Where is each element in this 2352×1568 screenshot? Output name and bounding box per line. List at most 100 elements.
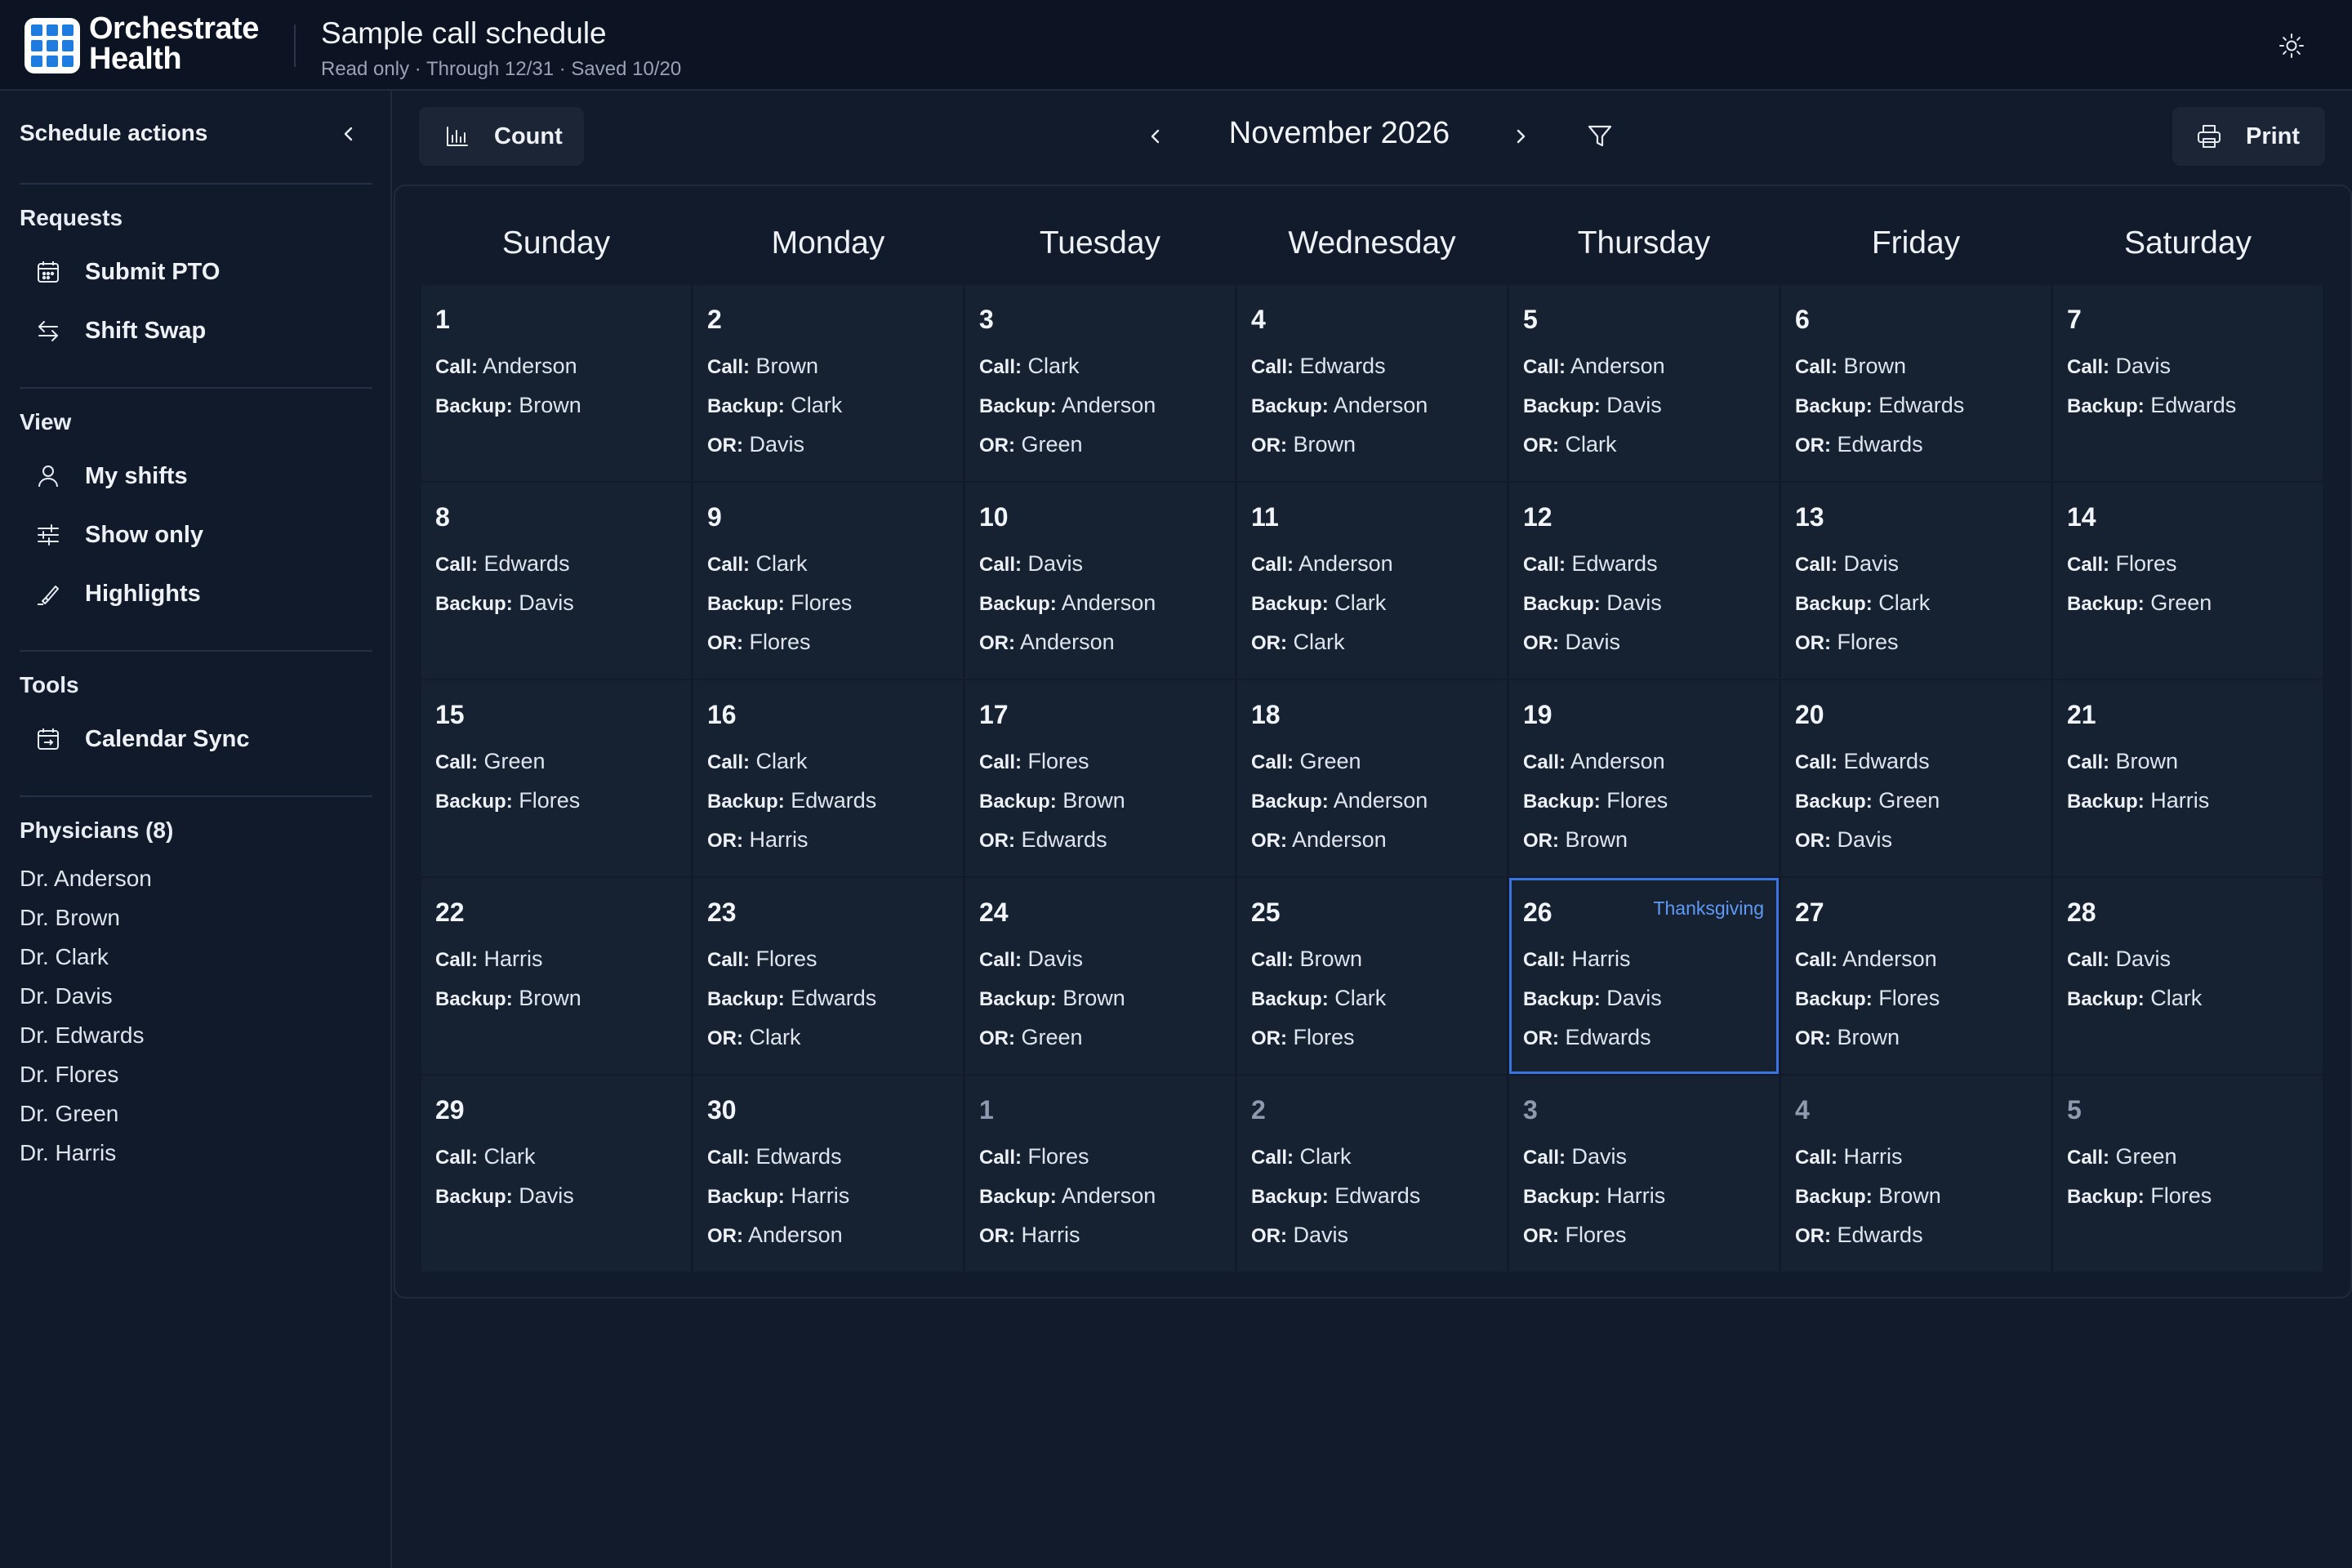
backup-role-label: Backup:: [1795, 593, 1873, 615]
calendar-day-cell[interactable]: 15 Call: Green Backup: Flores: [421, 680, 691, 876]
calendar-day-cell[interactable]: 21 Call: Brown Backup: Harris: [2053, 680, 2323, 876]
call-assignment: Call: Harris: [435, 947, 543, 972]
call-role-label: Call:: [979, 949, 1022, 971]
backup-role-label: Backup:: [707, 1186, 785, 1208]
sidebar-item-show-only[interactable]: Show only: [20, 512, 363, 558]
backup-assignment: Backup: Brown: [979, 986, 1125, 1011]
backup-role-label: Backup:: [707, 988, 785, 1010]
physician-name: Edwards: [1021, 827, 1107, 852]
backup-role-label: Backup:: [1795, 791, 1873, 813]
physician-item[interactable]: Dr. Edwards: [20, 1022, 145, 1049]
calendar-day-cell[interactable]: 20 Call: Edwards Backup: Green OR: Davis: [1781, 680, 2051, 876]
physician-item[interactable]: Dr. Davis: [20, 983, 113, 1009]
physician-item[interactable]: Dr. Anderson: [20, 866, 152, 892]
calendar-day-cell[interactable]: 25 Call: Brown Backup: Clark OR: Flores: [1237, 878, 1507, 1074]
call-role-label: Call:: [1523, 554, 1566, 576]
backup-role-label: Backup:: [1795, 395, 1873, 417]
calendar-day-cell[interactable]: 6 Call: Brown Backup: Edwards OR: Edwards: [1781, 285, 2051, 481]
calendar-day-cell[interactable]: 1 Call: Flores Backup: Anderson OR: Harris: [965, 1076, 1235, 1272]
next-month-button[interactable]: [1504, 120, 1537, 153]
swap-icon: [20, 308, 85, 354]
calendar-day-cell[interactable]: 3 Call: Clark Backup: Anderson OR: Green: [965, 285, 1235, 481]
physician-name: Davis: [1565, 630, 1621, 654]
physician-name: Edwards: [1837, 432, 1923, 457]
physician-item[interactable]: Dr. Green: [20, 1101, 118, 1127]
theme-toggle-button[interactable]: [2272, 26, 2311, 65]
physician-name: Anderson: [1570, 354, 1665, 378]
calendar-day-cell[interactable]: 2 Call: Brown Backup: Clark OR: Davis: [693, 285, 963, 481]
physician-name: Clark: [1334, 590, 1387, 615]
calendar-day-cell[interactable]: 19 Call: Anderson Backup: Flores OR: Brown: [1509, 680, 1779, 876]
brand-line-2: Health: [89, 42, 182, 76]
physician-name: Green: [2115, 1144, 2177, 1169]
calendar-day-cell[interactable]: 4 Call: Edwards Backup: Anderson OR: Brown: [1237, 285, 1507, 481]
sidebar-item-shift-swap[interactable]: Shift Swap: [20, 308, 363, 354]
calendar-day-cell[interactable]: 5 Call: Anderson Backup: Davis OR: Clark: [1509, 285, 1779, 481]
calendar-day-cell[interactable]: 2 Call: Clark Backup: Edwards OR: Davis: [1237, 1076, 1507, 1272]
calendar-day-cell[interactable]: 11 Call: Anderson Backup: Clark OR: Clark: [1237, 483, 1507, 679]
physician-name: Flores: [519, 788, 581, 813]
calendar-day-cell[interactable]: 8 Call: Edwards Backup: Davis: [421, 483, 691, 679]
calendar-day-cell[interactable]: 9 Call: Clark Backup: Flores OR: Flores: [693, 483, 963, 679]
sidebar-item-my-shifts[interactable]: My shifts: [20, 453, 363, 499]
physician-item[interactable]: Dr. Brown: [20, 905, 120, 931]
physician-item[interactable]: Dr. Flores: [20, 1062, 118, 1088]
chevron-left-icon: [344, 127, 353, 141]
sidebar-item-highlights[interactable]: Highlights: [20, 571, 363, 617]
calendar-day-cell[interactable]: 16 Call: Clark Backup: Edwards OR: Harris: [693, 680, 963, 876]
calendar-day-cell[interactable]: 22 Call: Harris Backup: Brown: [421, 878, 691, 1074]
count-button[interactable]: Count: [419, 107, 584, 166]
backup-role-label: Backup:: [707, 395, 785, 417]
backup-role-label: Backup:: [1795, 988, 1873, 1010]
calendar-day-cell[interactable]: 3 Call: Davis Backup: Harris OR: Flores: [1509, 1076, 1779, 1272]
or-role-label: OR:: [1251, 632, 1287, 654]
weekday-header: Saturday: [2123, 225, 2252, 261]
backup-assignment: Backup: Anderson: [979, 590, 1156, 616]
calendar-day-cell[interactable]: 30 Call: Edwards Backup: Harris OR: Anderso…: [693, 1076, 963, 1272]
calendar-day-cell[interactable]: 17 Call: Flores Backup: Brown OR: Edwards: [965, 680, 1235, 876]
calendar-day-cell[interactable]: 24 Call: Davis Backup: Brown OR: Green: [965, 878, 1235, 1074]
calendar-day-cell[interactable]: 10 Call: Davis Backup: Anderson OR: Anderso…: [965, 483, 1235, 679]
filter-button[interactable]: [1583, 119, 1617, 154]
calendar-day-cell[interactable]: 27 Call: Anderson Backup: Flores OR: Brown: [1781, 878, 2051, 1074]
day-number: 13: [1795, 502, 1824, 532]
physician-name: Flores: [791, 590, 853, 615]
collapse-sidebar-button[interactable]: [335, 120, 363, 148]
calendar-day-cell[interactable]: 13 Call: Davis Backup: Clark OR: Flores: [1781, 483, 2051, 679]
or-role-label: OR:: [1251, 1027, 1287, 1049]
calendar-day-cell[interactable]: 4 Call: Harris Backup: Brown OR: Edwards: [1781, 1076, 2051, 1272]
physician-item[interactable]: Dr. Harris: [20, 1140, 116, 1166]
or-assignment: OR: Brown: [1795, 1025, 1900, 1050]
calendar-day-cell[interactable]: 29 Call: Clark Backup: Davis: [421, 1076, 691, 1272]
or-assignment: OR: Flores: [1523, 1223, 1627, 1248]
calendar-day-cell[interactable]: 12 Call: Edwards Backup: Davis OR: Davis: [1509, 483, 1779, 679]
call-role-label: Call:: [2067, 1147, 2110, 1169]
sun-icon: [2279, 33, 2304, 58]
bar-chart-icon: [419, 124, 494, 149]
previous-month-button[interactable]: [1139, 120, 1172, 153]
calendar-day-cell[interactable]: 14 Call: Flores Backup: Green: [2053, 483, 2323, 679]
sidebar-item-calendar-sync[interactable]: Calendar Sync: [20, 716, 363, 762]
backup-role-label: Backup:: [435, 791, 513, 813]
physician-name: Edwards: [1837, 1223, 1923, 1247]
call-assignment: Call: Green: [1251, 749, 1361, 774]
or-assignment: OR: Anderson: [1251, 827, 1387, 853]
calendar-day-cell[interactable]: 7 Call: Davis Backup: Edwards: [2053, 285, 2323, 481]
call-role-label: Call:: [1795, 751, 1838, 773]
calendar-day-cell[interactable]: 1 Call: Anderson Backup: Brown: [421, 285, 691, 481]
print-button[interactable]: Print: [2172, 107, 2325, 166]
day-number: 23: [707, 898, 737, 927]
day-number: 17: [979, 700, 1009, 729]
physician-item[interactable]: Dr. Clark: [20, 944, 109, 970]
calendar-day-cell[interactable]: 18 Call: Green Backup: Anderson OR: Anderso…: [1237, 680, 1507, 876]
weekday-header: Sunday: [501, 225, 611, 261]
call-role-label: Call:: [1523, 356, 1566, 378]
sidebar-item-submit-pto[interactable]: Submit PTO: [20, 249, 363, 295]
physician-name: Harris: [483, 947, 543, 971]
calendar-day-cell[interactable]: 28 Call: Davis Backup: Clark: [2053, 878, 2323, 1074]
calendar-day-cell[interactable]: 23 Call: Flores Backup: Edwards OR: Clark: [693, 878, 963, 1074]
calendar-day-cell[interactable]: 26 Thanksgiving Call: Harris Backup: Davis O…: [1509, 878, 1779, 1074]
day-number: 3: [979, 305, 994, 334]
day-number: 6: [1795, 305, 1810, 334]
calendar-day-cell[interactable]: 5 Call: Green Backup: Flores: [2053, 1076, 2323, 1272]
